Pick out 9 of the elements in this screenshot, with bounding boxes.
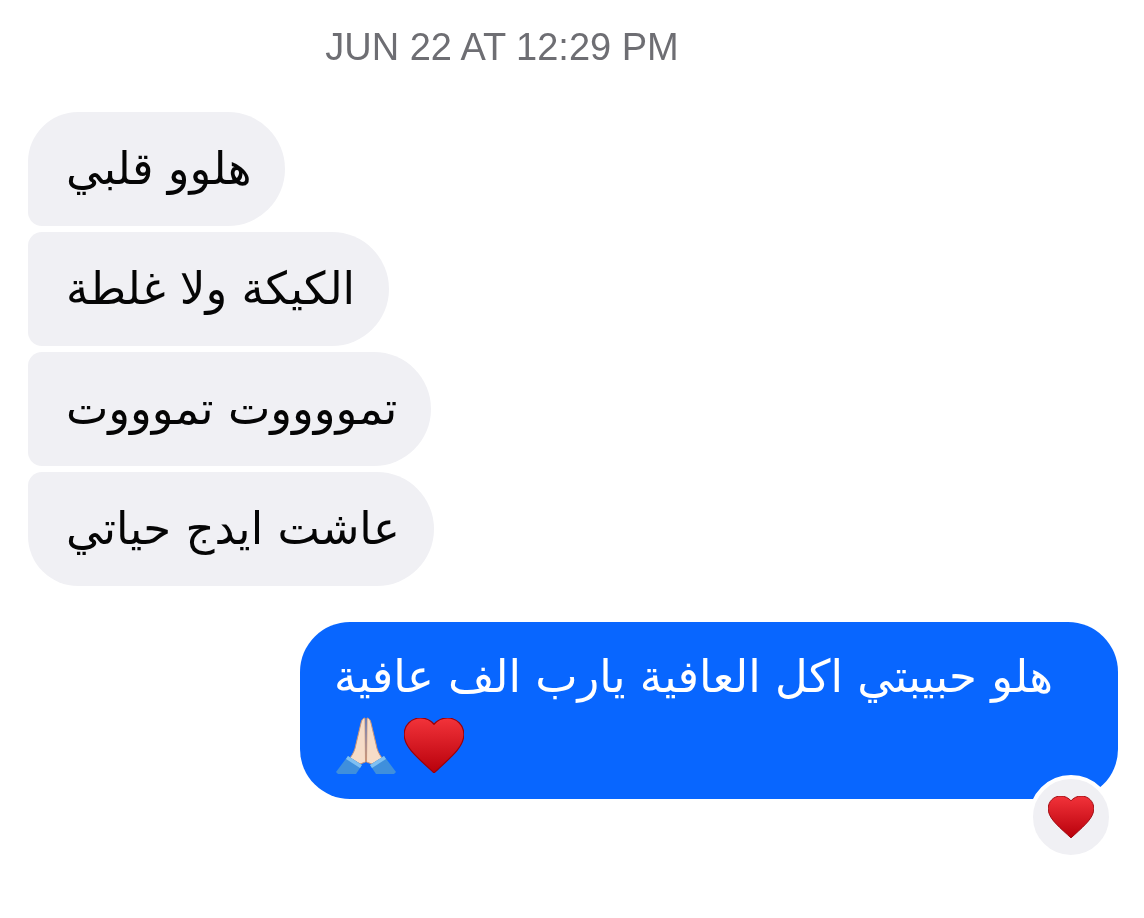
message-text: الكيكة ولا غلطة xyxy=(66,262,356,316)
message-text: هلوو قلبي xyxy=(66,142,252,196)
message-text: تمووووت تموووت xyxy=(66,382,398,436)
message-text: هلو حبيبتي اكل العافية يارب الف عافية xyxy=(334,650,1055,704)
heart-icon xyxy=(1048,796,1094,838)
message-text: عاشت ايدج حياتي xyxy=(66,502,400,556)
heart-icon xyxy=(404,717,464,773)
timestamp: JUN 22 AT 12:29 PM xyxy=(325,25,679,70)
praying-hands-icon xyxy=(334,716,398,774)
